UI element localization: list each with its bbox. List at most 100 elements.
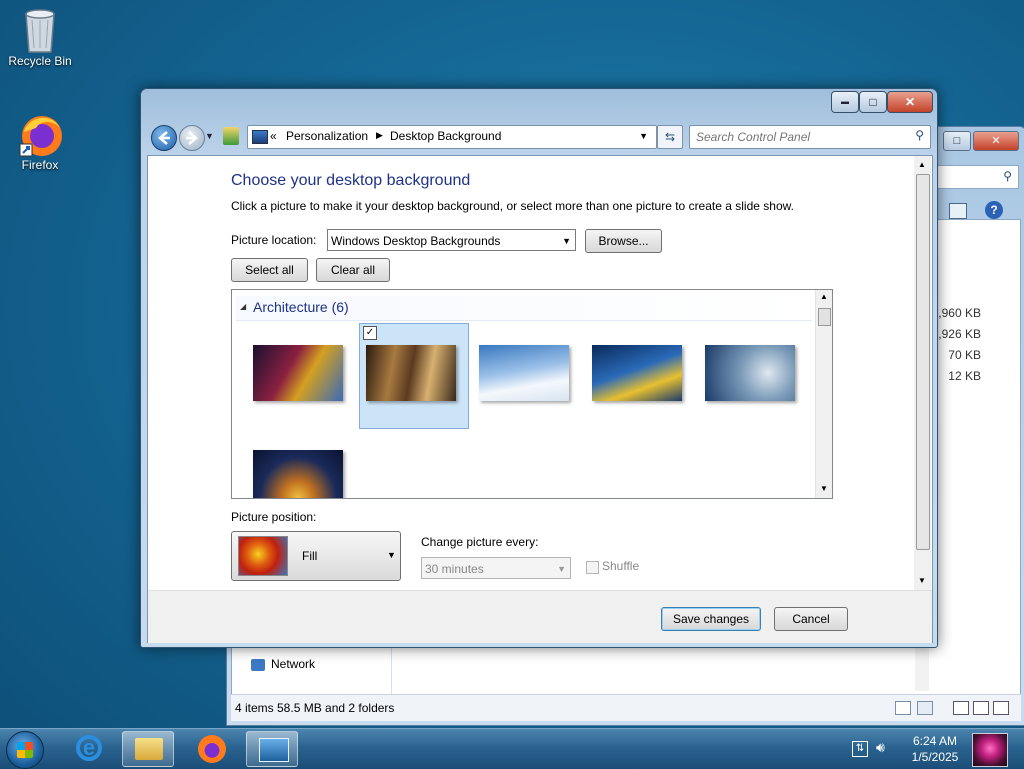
nav-item-network[interactable]: Network [251, 657, 315, 671]
taskbar-control-panel[interactable] [246, 731, 298, 767]
search-icon: ⚲ [1003, 169, 1012, 183]
collapse-icon[interactable]: ◢ [240, 302, 246, 311]
back-button[interactable] [151, 125, 177, 151]
search-icon[interactable]: ⚲ [915, 128, 924, 142]
volume-tray-icon[interactable]: 🔊︎ [876, 739, 885, 756]
position-preview-image [238, 536, 288, 576]
dropdown-arrow-icon: ▼ [557, 564, 566, 574]
shuffle-checkbox [586, 561, 599, 574]
recycle-bin-icon [18, 6, 62, 53]
scroll-down-icon[interactable]: ▼ [820, 484, 828, 493]
scroll-thumb[interactable] [916, 174, 930, 550]
taskbar: e ⇅ 🔊︎ 6:24 AM 1/5/2025 [0, 728, 1024, 769]
change-picture-dropdown: 30 minutes ▼ [421, 557, 571, 579]
refresh-button[interactable]: ⇆ [657, 125, 683, 149]
content-scrollbar[interactable]: ▲ ▼ [914, 156, 931, 590]
thumbnail-architecture-1[interactable] [253, 345, 343, 401]
picture-list[interactable]: ◢ Architecture (6) ✓ ▲ ▼ [231, 289, 833, 499]
forward-button[interactable] [179, 125, 205, 151]
file-size: 70 KB [948, 348, 981, 362]
select-all-button[interactable]: Select all [231, 258, 308, 282]
scroll-up-icon[interactable]: ▲ [918, 160, 926, 169]
picture-position-dropdown[interactable]: Fill ▼ [231, 531, 401, 581]
dropdown-arrow-icon: ▼ [387, 550, 396, 560]
scroll-down-icon[interactable]: ▼ [918, 576, 926, 585]
taskbar-internet-explorer[interactable]: e [64, 731, 116, 767]
desktop-icon-firefox[interactable]: Firefox [0, 110, 80, 172]
file-sizes-column: 7,960 KB 1,926 KB 70 KB 12 KB [932, 303, 981, 387]
layout-icon-2[interactable] [973, 701, 989, 715]
forward-arrow-icon [186, 131, 198, 145]
start-button[interactable] [6, 731, 44, 769]
thumbnail-architecture-2[interactable] [366, 345, 456, 401]
status-text: 4 items 58.5 MB and 2 folders [235, 701, 395, 715]
change-picture-value: 30 minutes [425, 562, 484, 576]
breadcrumb-separator-icon[interactable]: ▶ [376, 130, 383, 141]
recycle-bin-label: Recycle Bin [8, 54, 72, 68]
file-size: 1,926 KB [931, 327, 981, 341]
folder-icon [135, 738, 163, 760]
user-avatar[interactable] [972, 733, 1008, 767]
explorer-status-bar: 4 items 58.5 MB and 2 folders [231, 694, 1021, 721]
details-view-icon[interactable] [895, 701, 911, 715]
address-root-chevron[interactable]: « [270, 129, 277, 143]
file-size: 12 KB [948, 369, 981, 383]
page-title: Choose your desktop background [231, 172, 471, 189]
dialog-content: Choose your desktop background Click a p… [147, 155, 933, 643]
picture-position-label: Picture position: [231, 510, 317, 524]
picture-list-scrollbar[interactable]: ▲ ▼ [815, 290, 832, 498]
clear-all-button[interactable]: Clear all [316, 258, 390, 282]
control-panel-icon [223, 127, 239, 145]
help-icon[interactable]: ? [985, 201, 1003, 219]
layout-icon-3[interactable] [993, 701, 1009, 715]
search-box[interactable]: ⚲ [689, 125, 931, 149]
firefox-label: Firefox [21, 158, 59, 172]
cancel-button[interactable]: Cancel [774, 607, 848, 631]
windows-logo-icon [17, 742, 33, 758]
breadcrumb-personalization[interactable]: Personalization [286, 129, 368, 143]
browse-button[interactable]: Browse... [585, 229, 662, 253]
taskbar-file-explorer[interactable] [122, 731, 174, 767]
thumbnail-architecture-3[interactable] [479, 345, 569, 401]
explorer-close-button[interactable]: ✕ [973, 131, 1019, 151]
breadcrumb-desktop-background[interactable]: Desktop Background [390, 129, 501, 143]
search-input[interactable] [694, 127, 898, 147]
address-dropdown-icon[interactable]: ▼ [639, 131, 648, 141]
nav-item-network-label: Network [271, 657, 316, 671]
thumbnail-checkbox[interactable]: ✓ [363, 326, 377, 340]
explorer-maximize-button[interactable]: □ [943, 131, 971, 151]
page-subtitle: Click a picture to make it your desktop … [231, 199, 794, 213]
thumbnail-architecture-5[interactable] [705, 345, 795, 401]
group-header[interactable]: ◢ Architecture (6) [236, 296, 812, 321]
back-arrow-icon [158, 131, 170, 145]
close-button[interactable]: ✕ [887, 91, 933, 113]
minimize-button[interactable]: ▬ [831, 91, 859, 113]
desktop-icon-recycle-bin[interactable]: Recycle Bin [0, 6, 80, 68]
thumbnail-architecture-6[interactable] [253, 450, 343, 498]
address-bar[interactable]: « Personalization ▶ Desktop Background ▼ [247, 125, 657, 149]
scroll-up-icon[interactable]: ▲ [820, 292, 828, 301]
dialog-footer: Save changes Cancel [148, 590, 932, 643]
clock-time: 6:24 AM [912, 734, 958, 748]
dropdown-arrow-icon: ▼ [562, 236, 571, 246]
shuffle-label: Shuffle [602, 559, 640, 573]
group-label: Architecture (6) [253, 299, 349, 315]
taskbar-firefox[interactable] [186, 731, 238, 767]
save-changes-button[interactable]: Save changes [661, 607, 761, 631]
network-tray-icon[interactable]: ⇅ [852, 741, 868, 757]
clock-date: 1/5/2025 [911, 750, 959, 764]
preview-view-icon[interactable] [917, 701, 933, 715]
explorer-search-box[interactable]: ⚲ [933, 165, 1019, 189]
desktop-background-window[interactable]: ▬ □ ✕ ▼ « Personalization ▶ Desktop Back… [140, 88, 938, 648]
preview-pane-icon[interactable] [949, 203, 967, 219]
picture-position-value: Fill [302, 549, 318, 563]
thumbnail-architecture-4[interactable] [592, 345, 682, 401]
layout-icon-1[interactable] [953, 701, 969, 715]
picture-location-dropdown[interactable]: Windows Desktop Backgrounds ▼ [327, 229, 576, 251]
clock[interactable]: 6:24 AM 1/5/2025 [900, 733, 970, 765]
maximize-button[interactable]: □ [859, 91, 887, 113]
internet-explorer-icon: e [76, 735, 102, 761]
recent-pages-dropdown-icon[interactable]: ▼ [205, 131, 214, 141]
scroll-thumb[interactable] [818, 308, 831, 326]
file-size: 7,960 KB [931, 306, 981, 320]
